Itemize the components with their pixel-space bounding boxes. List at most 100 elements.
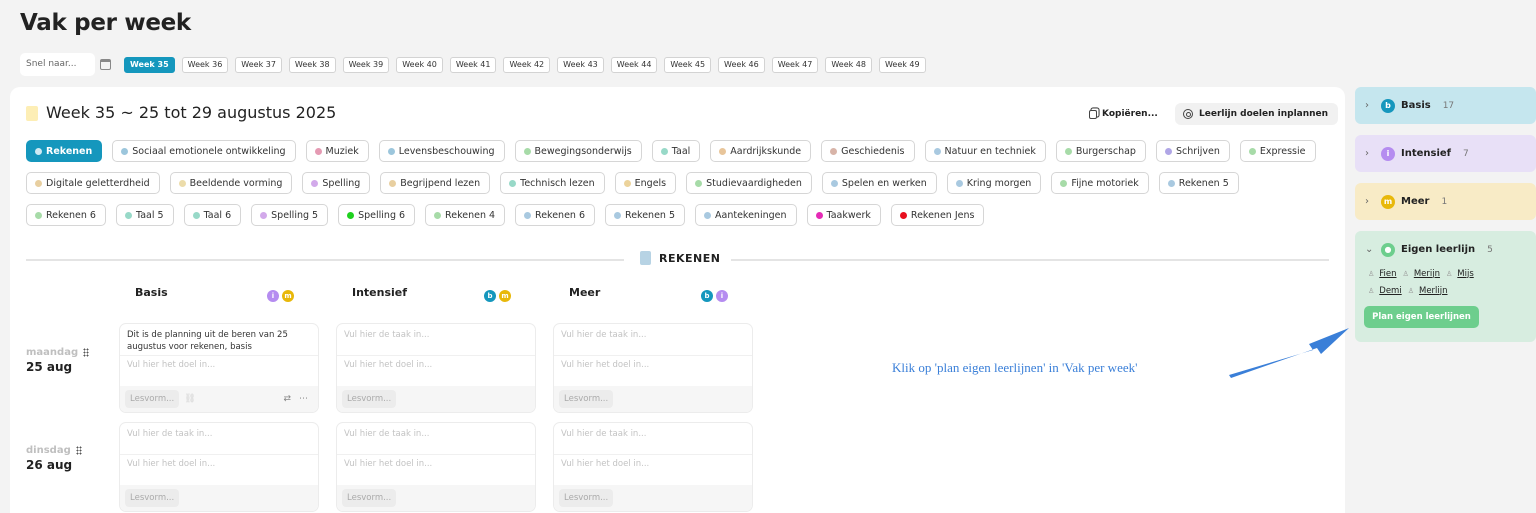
subject-chip[interactable]: Rekenen (26, 140, 103, 162)
lesvorm-select[interactable]: Lesvorm... (559, 390, 614, 408)
subject-label: Bewegingsonderwijs (534, 145, 632, 157)
subject-label: Spelen en werken (841, 177, 927, 189)
week-tab[interactable]: Week 48 (825, 56, 872, 73)
drag-handle-icon[interactable] (75, 446, 82, 455)
student-link[interactable]: Merijn (1414, 269, 1440, 279)
section-title: REKENEN (659, 251, 721, 265)
student-link[interactable]: Fien (1379, 269, 1396, 279)
subject-chip[interactable]: Taal 6 (183, 204, 242, 226)
plan-goals-button[interactable]: Leerlijn doelen inplannen (1175, 103, 1339, 125)
week-tab[interactable]: Week 46 (718, 56, 765, 73)
subject-chip[interactable]: Geschiedenis (821, 140, 915, 162)
goal-input[interactable]: Vul hier het doel in... (120, 455, 318, 483)
repeat-icon[interactable]: ⇄ (283, 394, 291, 404)
subject-chip[interactable]: Spelen en werken (821, 172, 937, 194)
subject-chip[interactable]: Spelling (302, 172, 371, 194)
subject-chip[interactable]: Digitale geletterdheid (26, 172, 160, 194)
goal-input[interactable]: Vul hier het doel in... (554, 455, 752, 483)
week-tab[interactable]: Week 47 (771, 56, 819, 73)
week-tab[interactable]: Week 43 (557, 56, 604, 73)
subject-chip[interactable]: Bewegingsonderwijs (514, 140, 642, 162)
task-input[interactable]: Vul hier de taak in... (120, 423, 318, 455)
group-panel-meer[interactable]: › m Meer 1 (1355, 183, 1536, 220)
week-tab[interactable]: Week 42 (503, 56, 551, 73)
lesvorm-select[interactable]: Lesvorm... (125, 489, 180, 507)
week-tab[interactable]: Week 36 (181, 56, 229, 73)
group-panel-basis[interactable]: › b Basis 17 (1355, 87, 1536, 124)
subject-chip[interactable]: Taakwerk (806, 204, 881, 226)
day-name: maandag (26, 347, 79, 358)
group-panel-intensief[interactable]: › i Intensief 7 (1355, 135, 1536, 172)
week-tab[interactable]: Week 39 (342, 56, 390, 73)
calendar-icon[interactable] (100, 59, 111, 70)
subject-chip[interactable]: Natuur en techniek (924, 140, 1046, 162)
subject-color-dot (933, 147, 941, 155)
link-icon[interactable]: ⛓ (184, 394, 195, 404)
subject-chip[interactable]: Aardrijkskunde (710, 140, 812, 162)
lesvorm-select[interactable]: Lesvorm... (342, 390, 397, 408)
goal-input[interactable]: Vul hier het doel in... (120, 356, 318, 384)
subject-chip[interactable]: Spelling 6 (338, 204, 416, 226)
task-input[interactable]: Vul hier de taak in... (337, 423, 535, 455)
week-tab[interactable]: Week 37 (235, 56, 282, 73)
student-link[interactable]: Demi (1379, 286, 1401, 296)
week-tab[interactable]: Week 45 (664, 56, 712, 73)
task-input[interactable]: Vul hier de taak in... (337, 324, 535, 356)
week-tab[interactable]: Week 49 (878, 56, 926, 73)
copy-button[interactable]: Kopiëren... (1084, 103, 1166, 125)
subject-chip[interactable]: Rekenen Jens (890, 204, 985, 226)
chevron-right-icon[interactable]: › (1365, 196, 1375, 207)
goal-input[interactable]: Vul hier het doel in... (337, 455, 535, 483)
lesvorm-select[interactable]: Lesvorm... (559, 489, 614, 507)
subject-chip[interactable]: Levensbeschouwing (378, 140, 505, 162)
subject-chip[interactable]: Sociaal emotionele ontwikkeling (112, 140, 296, 162)
jump-to-input[interactable]: Snel naar... (20, 53, 95, 76)
subject-chip[interactable]: Muziek (305, 140, 369, 162)
group-count: 17 (1442, 100, 1455, 111)
goal-input[interactable]: Vul hier het doel in... (337, 356, 535, 384)
plan-eigen-leerlijnen-button[interactable]: Plan eigen leerlijnen (1364, 306, 1479, 328)
subject-chip[interactable]: Rekenen 5 (605, 204, 685, 226)
task-input[interactable]: Dit is de planning uit de beren van 25 a… (120, 324, 318, 356)
goal-input[interactable]: Vul hier het doel in... (554, 356, 752, 384)
subject-chip[interactable]: Rekenen 4 (425, 204, 506, 226)
subject-chip[interactable]: Taal 5 (115, 204, 174, 226)
subject-chip[interactable]: Spelling 5 (251, 204, 329, 226)
subject-chip[interactable]: Rekenen 6 (26, 204, 106, 226)
week-tab[interactable]: Week 44 (610, 56, 658, 73)
lesvorm-select[interactable]: Lesvorm... (125, 390, 180, 408)
subject-chip[interactable]: Engels (614, 172, 677, 194)
week-tab[interactable]: Week 38 (288, 56, 336, 73)
column-badges-intensief: b m (484, 290, 511, 302)
page-title: Vak per week (20, 10, 191, 36)
subject-chip[interactable]: Taal (651, 140, 701, 162)
subject-chip[interactable]: Rekenen 5 (1158, 172, 1239, 194)
subject-chip[interactable]: Kring morgen (946, 172, 1042, 194)
subject-chip[interactable]: Begrijpend lezen (380, 172, 491, 194)
subject-chip[interactable]: Expressie (1239, 140, 1316, 162)
subject-chip[interactable]: Burgerschap (1055, 140, 1146, 162)
student-link[interactable]: Merlijn (1419, 286, 1448, 296)
task-input[interactable]: Vul hier de taak in... (554, 324, 752, 356)
subject-chip[interactable]: Fijne motoriek (1051, 172, 1149, 194)
chevron-right-icon[interactable]: › (1365, 148, 1375, 159)
subject-chip[interactable]: Rekenen 6 (515, 204, 596, 226)
student-link[interactable]: Mijs (1457, 269, 1474, 279)
subject-chip[interactable]: Technisch lezen (500, 172, 605, 194)
subject-chip[interactable]: Studievaardigheden (686, 172, 812, 194)
task-input[interactable]: Vul hier de taak in... (554, 423, 752, 455)
subject-chip[interactable]: Schrijven (1155, 140, 1230, 162)
subject-chip[interactable]: Aantekeningen (695, 204, 797, 226)
week-tab[interactable]: Week 40 (396, 56, 443, 73)
section-divider-right (731, 259, 1329, 261)
week-tab[interactable]: Week 35 (124, 56, 175, 73)
more-icon[interactable]: ⋯ (299, 394, 308, 404)
drag-handle-icon[interactable] (83, 348, 90, 357)
chevron-down-icon[interactable]: ⌄ (1365, 244, 1375, 255)
week-tab[interactable]: Week 41 (449, 56, 497, 73)
subject-chip[interactable]: Beeldende vorming (169, 172, 293, 194)
subject-color-dot (830, 179, 838, 187)
group-count: 7 (1463, 148, 1469, 159)
chevron-right-icon[interactable]: › (1365, 100, 1375, 111)
lesvorm-select[interactable]: Lesvorm... (342, 489, 397, 507)
